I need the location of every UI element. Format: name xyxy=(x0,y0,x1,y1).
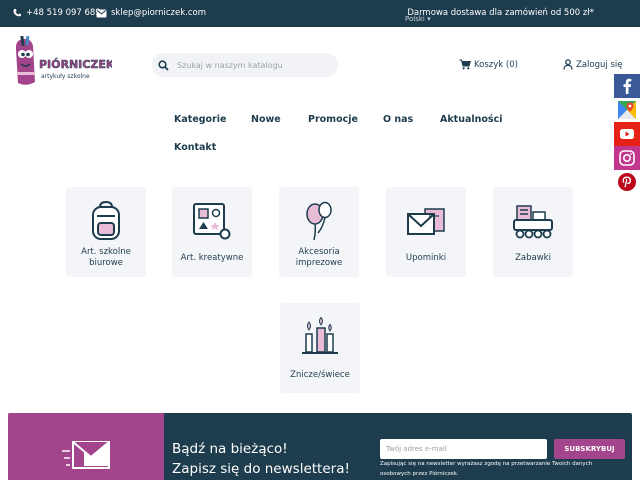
cart-icon xyxy=(459,59,471,70)
login-link[interactable]: Zaloguj się xyxy=(563,59,622,70)
pinterest-icon xyxy=(618,173,636,191)
logo-name: PIÓRNICZEK xyxy=(39,58,112,71)
nav-item-kontakt[interactable]: Kontakt xyxy=(174,142,216,153)
phone-number: +48 519 097 689 xyxy=(26,8,101,18)
instagram-link[interactable] xyxy=(614,146,640,170)
newsletter-line-2: Zapisz się do newslettera! xyxy=(172,461,350,477)
newsletter-consent-text: Zapisując się na newsletter wyrażasz zgo… xyxy=(380,461,593,477)
logo-tagline: artykuły szkolne xyxy=(41,73,90,80)
youtube-icon xyxy=(620,129,634,139)
facebook-link[interactable] xyxy=(614,74,640,98)
facebook-icon xyxy=(623,78,632,94)
top-bar: +48 519 097 689 sklep@piorniczek.com Pol… xyxy=(0,0,640,27)
mail-icon xyxy=(96,9,107,17)
balloons-icon xyxy=(306,201,332,241)
cart-label: Koszyk (0) xyxy=(474,59,518,70)
newsletter-heading: Bądź na bieżąco! Zapisz się do newslette… xyxy=(172,439,350,479)
category-card-imprezowe[interactable]: Akcesoria imprezowe xyxy=(279,187,359,277)
email-address: sklep@piorniczek.com xyxy=(111,8,207,18)
toy-train-icon xyxy=(513,205,553,239)
search-input[interactable] xyxy=(177,60,327,70)
google-maps-link[interactable] xyxy=(614,98,640,122)
nav-item-o-nas[interactable]: O nas xyxy=(383,114,413,125)
nav-item-promocje[interactable]: Promocje xyxy=(308,114,358,125)
category-card-zabawki[interactable]: Zabawki xyxy=(493,187,573,277)
shipping-notice: Darmowa dostawa dla zamówień od 500 zł* xyxy=(407,8,594,18)
subscribe-button[interactable]: SUBSKRYBUJ xyxy=(554,439,625,459)
newsletter-line-1: Bądź na bieżąco! xyxy=(172,441,288,457)
search-icon[interactable] xyxy=(158,59,169,71)
phone-contact[interactable]: +48 519 097 689 xyxy=(12,8,101,18)
search-bar[interactable] xyxy=(152,53,338,77)
send-mail-icon xyxy=(62,441,110,469)
login-label: Zaloguj się xyxy=(576,59,623,70)
phone-icon xyxy=(13,9,21,17)
newsletter-section: Bądź na bieżąco! Zapisz się do newslette… xyxy=(8,413,632,480)
nav-item-kategorie[interactable]: Kategorie xyxy=(174,114,226,125)
category-label: Upominki xyxy=(405,253,447,263)
category-card-upominki[interactable]: Upominki xyxy=(386,187,466,277)
backpack-icon xyxy=(92,201,120,240)
candles-icon xyxy=(302,317,338,354)
category-label: Znicze/świece xyxy=(290,370,350,380)
nav-item-aktualnosci[interactable]: Aktualności xyxy=(440,114,502,125)
newsletter-email-input[interactable] xyxy=(380,439,547,459)
site-logo[interactable]: PIÓRNICZEK artykuły szkolne xyxy=(12,35,115,88)
category-card-szkolne[interactable]: Art. szkolne biurowe xyxy=(66,187,146,277)
instagram-icon xyxy=(619,150,635,166)
category-label: Zabawki xyxy=(515,253,551,263)
user-icon xyxy=(563,59,573,70)
pencil-case-mascot-icon xyxy=(15,35,35,85)
shapes-board-icon xyxy=(193,203,231,240)
category-label: Akcesoria imprezowe xyxy=(295,247,343,268)
category-card-znicze[interactable]: Znicze/świece xyxy=(280,303,360,393)
gift-envelope-icon xyxy=(407,208,445,235)
category-card-kreatywne[interactable]: Art. kreatywne xyxy=(172,187,252,277)
email-contact[interactable]: sklep@piorniczek.com xyxy=(96,8,206,18)
newsletter-icon-panel xyxy=(8,413,164,480)
cart-link[interactable]: Koszyk (0) xyxy=(459,59,518,70)
google-maps-icon xyxy=(618,101,636,119)
pinterest-link[interactable] xyxy=(614,170,640,194)
youtube-link[interactable] xyxy=(614,122,640,146)
category-label: Art. kreatywne xyxy=(180,253,244,263)
nav-item-nowe[interactable]: Nowe xyxy=(251,114,281,125)
category-label: Art. szkolne biurowe xyxy=(81,247,131,268)
social-sidebar xyxy=(614,74,640,194)
